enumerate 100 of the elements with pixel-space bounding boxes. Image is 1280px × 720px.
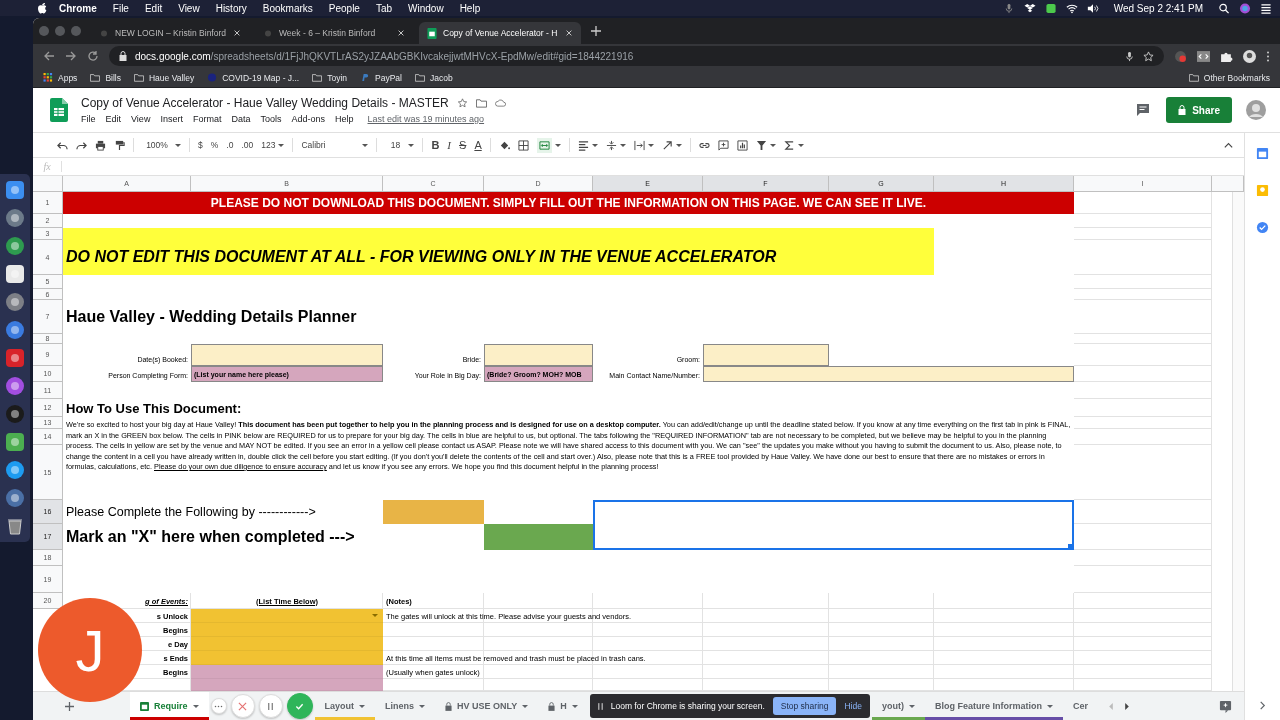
bold-button[interactable]: B — [431, 139, 440, 151]
last-edit-link[interactable]: Last edit was 19 minutes ago — [367, 114, 485, 124]
decrease-decimal-button[interactable]: .0 — [226, 140, 234, 150]
app-icon[interactable] — [5, 488, 25, 508]
menu-item[interactable]: Edit — [105, 114, 122, 124]
borders-icon[interactable] — [517, 139, 529, 151]
input-cell[interactable] — [484, 344, 593, 366]
menu-item[interactable]: Window — [408, 2, 444, 14]
star-icon[interactable] — [456, 98, 468, 108]
menu-item[interactable]: Tab — [375, 2, 393, 14]
comment-icon[interactable] — [717, 139, 729, 151]
menu-item[interactable]: History — [215, 2, 247, 14]
tasks-icon[interactable] — [1256, 221, 1269, 234]
share-button[interactable]: Share — [1166, 97, 1232, 123]
caret-icon[interactable] — [647, 143, 654, 147]
strikethrough-button[interactable]: S — [459, 139, 467, 151]
explore-icon[interactable] — [1219, 699, 1232, 713]
dropdown-caret-icon[interactable] — [372, 614, 378, 617]
sheet-tab[interactable]: Require — [130, 692, 209, 720]
bookmark[interactable]: Apps — [43, 72, 78, 83]
bookmark[interactable]: COVID-19 Map - J... — [207, 72, 300, 83]
caret-icon[interactable] — [591, 143, 598, 147]
bookmark[interactable]: Haue Valley — [133, 72, 195, 83]
new-tab-icon[interactable] — [591, 26, 601, 36]
search-icon[interactable] — [1218, 2, 1230, 14]
deadline-cell[interactable] — [383, 500, 484, 524]
chart-icon[interactable] — [736, 139, 748, 151]
trash-icon[interactable] — [5, 516, 25, 536]
forward-icon[interactable] — [65, 50, 77, 62]
pause-button[interactable] — [258, 694, 283, 718]
app-icon[interactable] — [1044, 2, 1057, 14]
sheet-tab[interactable]: H — [538, 692, 588, 720]
menu-item[interactable]: View — [178, 2, 200, 14]
menu-item[interactable]: File — [112, 2, 129, 14]
caret-icon[interactable] — [175, 143, 181, 147]
dropbox-icon[interactable] — [1023, 2, 1036, 14]
address-bar[interactable]: docs.google.com/spreadsheets/d/1FjJhQKVTLrAS2yJZAAbGBKIvcakejjwtMHVcX-EpdMw/edit#gid=1844221916 — [109, 46, 1164, 66]
caret-icon[interactable] — [619, 143, 626, 147]
input-cell[interactable] — [191, 344, 383, 366]
cloud-icon[interactable] — [494, 98, 506, 108]
close-icon[interactable] — [565, 29, 573, 37]
caret-icon[interactable] — [571, 704, 578, 708]
caret-icon[interactable] — [675, 143, 682, 147]
bookmark[interactable]: Toyin — [312, 72, 347, 83]
app-icon[interactable] — [5, 348, 25, 368]
cell-selection[interactable] — [593, 500, 1074, 550]
back-icon[interactable] — [43, 50, 55, 62]
text-wrap-icon[interactable] — [633, 139, 645, 151]
time-cell[interactable] — [191, 665, 383, 679]
time-cell[interactable] — [191, 679, 383, 691]
input-cell[interactable] — [703, 344, 829, 366]
app-icon[interactable] — [5, 376, 25, 396]
sheet-tab[interactable]: Layout — [314, 692, 376, 720]
hide-link[interactable]: Hide — [844, 701, 862, 711]
italic-button[interactable]: I — [447, 139, 452, 151]
caret-icon[interactable] — [1047, 704, 1053, 708]
merge-cells-icon[interactable] — [536, 137, 552, 153]
bookmark[interactable]: PayPal — [360, 72, 402, 83]
menu-item[interactable]: View — [131, 114, 151, 124]
increase-decimal-button[interactable]: .00 — [241, 140, 254, 150]
app-icon[interactable] — [5, 320, 25, 340]
caret-icon[interactable] — [419, 704, 426, 708]
stop-sharing-button[interactable]: Stop sharing — [772, 697, 837, 715]
currency-button[interactable]: $ — [198, 140, 203, 150]
menu-item[interactable]: Insert — [160, 114, 183, 124]
caret-icon[interactable] — [408, 143, 415, 147]
paint-format-icon[interactable] — [114, 139, 125, 151]
caret-icon[interactable] — [797, 143, 804, 147]
calendar-icon[interactable] — [1256, 147, 1269, 160]
text-color-button[interactable]: A — [474, 139, 482, 151]
menu-item[interactable]: Add-ons — [291, 114, 325, 124]
menu-item[interactable]: Edit — [144, 2, 163, 14]
menu-item[interactable]: Tools — [260, 114, 282, 124]
app-menu[interactable]: Chrome — [59, 2, 97, 14]
print-icon[interactable] — [95, 139, 106, 151]
completion-cell[interactable] — [484, 524, 593, 550]
app-icon[interactable] — [5, 460, 25, 480]
list-icon[interactable] — [1260, 2, 1272, 14]
sheet-tab[interactable]: HV USE ONLY — [435, 692, 539, 720]
caret-icon[interactable] — [359, 704, 366, 708]
number-format-dropdown[interactable]: 123 — [261, 140, 276, 150]
document-title[interactable]: Copy of Venue Accelerator - Haue Valley Wedding Details - MASTER — [81, 96, 449, 110]
browser-tab[interactable]: NEW LOGIN – Kristin Binford — [91, 22, 249, 44]
wifi-icon[interactable] — [1065, 2, 1078, 14]
more-icon[interactable] — [1266, 49, 1270, 63]
text-rotation-icon[interactable] — [661, 139, 673, 151]
chevron-right-icon[interactable] — [1258, 701, 1267, 710]
caret-icon[interactable] — [554, 143, 561, 147]
microphone-icon[interactable] — [1124, 50, 1135, 62]
fill-color-icon[interactable] — [498, 139, 510, 151]
menu-item[interactable]: Help — [459, 2, 481, 14]
bookmark[interactable]: Other Bookmarks — [1188, 72, 1270, 83]
menu-item[interactable]: Help — [335, 114, 354, 124]
caret-icon[interactable] — [362, 143, 369, 147]
bookmark[interactable]: Jacob — [414, 72, 453, 83]
font-dropdown[interactable]: Calibri — [301, 140, 360, 150]
menu-item[interactable]: Format — [192, 114, 222, 124]
reload-icon[interactable] — [87, 50, 99, 62]
volume-icon[interactable] — [1086, 2, 1099, 14]
app-icon[interactable] — [5, 264, 25, 284]
